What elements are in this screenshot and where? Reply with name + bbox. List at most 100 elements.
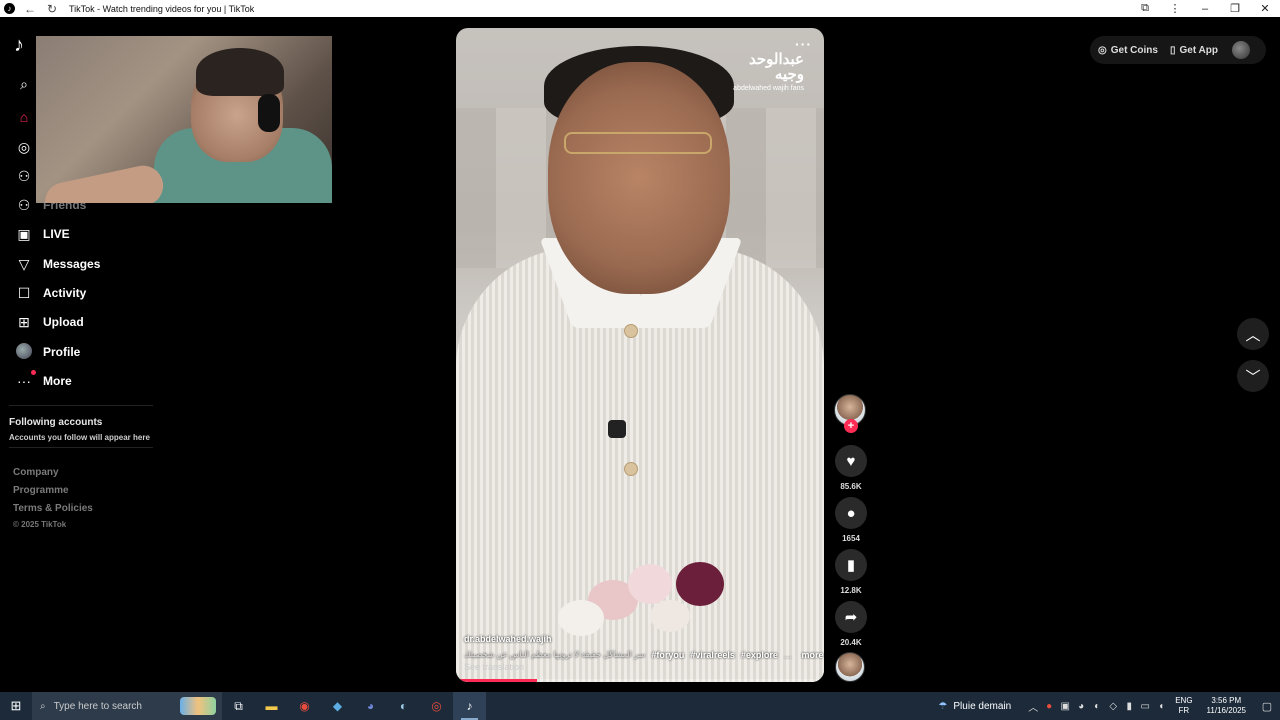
app-diamond-icon[interactable]: ◆ (321, 692, 354, 720)
notification-icon[interactable]: ▢ (1254, 700, 1280, 713)
hashtag-explore[interactable]: #explore (741, 650, 778, 660)
coin-icon: ◎ (1098, 44, 1107, 56)
weather-text: Pluie demain (953, 700, 1012, 712)
webcam-overlay (36, 36, 332, 203)
explore-icon[interactable]: ◎ (14, 137, 34, 157)
video-watermark: عبدالوحد وجيه abdelwahed wajih fans (733, 50, 804, 93)
following-accounts-subtitle: Accounts you follow will appear here (9, 433, 150, 442)
discord-icon[interactable]: ◕ (354, 692, 387, 720)
headset-shape (258, 94, 280, 132)
next-video-button[interactable]: ﹀ (1237, 360, 1269, 392)
footer-link-programme[interactable]: Programme (13, 485, 69, 496)
tray-app-icon[interactable]: ◇ (1105, 701, 1121, 712)
taskbar-clock[interactable]: 3:56 PM 11/16/2025 (1207, 696, 1246, 716)
network-icon[interactable]: ▭ (1137, 701, 1153, 712)
upload-icon: ⊞ (18, 313, 30, 330)
share-action[interactable]: ➦ 20.4K (835, 601, 867, 647)
tray-app-icon[interactable]: ● (1041, 701, 1057, 712)
video-author[interactable]: dr.abdelwahed.wajih (464, 634, 816, 644)
hashtag-foryou[interactable]: #foryou (651, 650, 684, 660)
sidebar-item-label: Messages (43, 257, 101, 271)
back-arrow-icon[interactable]: ← (23, 3, 37, 15)
get-coins-button[interactable]: ◎ Get Coins (1098, 45, 1158, 56)
minimize-button[interactable]: – (1190, 3, 1220, 15)
description-ellipsis: ... (783, 650, 792, 660)
get-app-label: Get App (1179, 44, 1218, 56)
home-icon[interactable]: ⌂ (14, 107, 34, 127)
hashtag-viralreels[interactable]: #viralreels (690, 650, 735, 660)
search-icon[interactable]: ⌕ (14, 74, 34, 94)
window-titlebar: ♪ ← ↻ TikTok - Watch trending videos for… (0, 0, 1280, 17)
follow-plus-icon[interactable]: + (844, 419, 858, 433)
close-button[interactable]: ✕ (1250, 2, 1280, 15)
comment-action[interactable]: ● 1654 (835, 497, 867, 543)
menu-kebab-icon[interactable]: ⋮ (1160, 2, 1190, 15)
record-app-icon[interactable]: ◎ (420, 692, 453, 720)
activity-icon: ☐ (17, 284, 31, 301)
previous-video-button[interactable]: ︿ (1237, 318, 1269, 350)
sidebar-item-profile[interactable]: Profile (14, 341, 80, 363)
heart-icon[interactable]: ♥ (835, 445, 867, 477)
sound-avatar[interactable] (835, 652, 865, 682)
like-count: 85.6K (840, 482, 862, 491)
bookmark-icon[interactable]: ▮ (835, 549, 867, 581)
copyright: © 2025 TikTok (13, 520, 67, 529)
see-translation-link[interactable]: See translation (464, 662, 816, 672)
save-count: 12.8K (840, 586, 862, 595)
chevron-up-icon: ︿ (1245, 326, 1261, 344)
creator-avatar[interactable]: + (834, 394, 866, 433)
get-app-button[interactable]: ▯ Get App (1170, 45, 1218, 56)
tray-chevron-up-icon[interactable]: ︿ (1025, 699, 1041, 714)
start-button[interactable]: ⊞ (0, 692, 32, 720)
microphone-icon[interactable]: ▮ (1121, 701, 1137, 712)
tiktok-taskbar-icon[interactable]: ♪ (453, 692, 486, 720)
lapel-mic (608, 420, 626, 438)
weather-widget[interactable]: ☂ Pluie demain (938, 701, 1011, 712)
following-icon[interactable]: ⚇ (14, 166, 34, 186)
friends-icon: ⚇ (17, 196, 31, 213)
sidebar-item-upload[interactable]: ⊞ Upload (14, 311, 84, 333)
header-actions: ◎ Get Coins ▯ Get App (1090, 36, 1266, 64)
divider (9, 405, 153, 406)
language-indicator[interactable]: ENG FR (1175, 696, 1192, 716)
taskbar-search[interactable]: ⌕ Type here to search (32, 692, 222, 720)
file-explorer-icon[interactable]: ▬ (255, 692, 288, 720)
search-highlight-art (180, 697, 216, 715)
more-link[interactable]: more (801, 650, 823, 660)
like-action[interactable]: ♥ 85.6K (835, 445, 867, 491)
tray-app-icon[interactable]: ▣ (1057, 701, 1073, 712)
video-player[interactable]: ··· عبدالوحد وجيه abdelwahed wajih fans … (456, 28, 824, 682)
description-text: سر المشاكل حقيقة لا ترونها معظم الناس عن… (464, 650, 646, 659)
volume-icon[interactable]: ◖ (1153, 701, 1169, 712)
tray-discord-icon[interactable]: ◕ (1073, 701, 1089, 712)
sidebar-item-messages[interactable]: ▽ Messages (14, 253, 101, 275)
share-count: 20.4K (840, 638, 862, 647)
windows-taskbar: ⊞ ⌕ Type here to search ⧉ ▬ ◉ ◆ ◕ ◐ ◎ ♪ … (0, 692, 1280, 720)
task-view-icon[interactable]: ⧉ (222, 692, 255, 720)
footer-link-terms[interactable]: Terms & Policies (13, 503, 93, 514)
sidebar-item-label: Activity (43, 286, 87, 300)
following-accounts-title: Following accounts (9, 417, 103, 428)
footer-link-company[interactable]: Company (13, 467, 59, 478)
phone-icon: ▯ (1169, 44, 1176, 56)
save-action[interactable]: ▮ 12.8K (835, 549, 867, 595)
tray-steam-icon[interactable]: ◐ (1089, 701, 1105, 712)
video-description: سر المشاكل حقيقة لا ترونها معظم الناس عن… (464, 650, 823, 660)
profile-avatar (14, 342, 34, 362)
chrome-icon[interactable]: ◉ (288, 692, 321, 720)
sidebar-item-live[interactable]: ▣ LIVE (14, 223, 69, 245)
steam-icon[interactable]: ◐ (387, 692, 420, 720)
comment-icon[interactable]: ● (835, 497, 867, 529)
sidebar-item-label: More (43, 374, 72, 388)
get-coins-label: Get Coins (1110, 44, 1158, 56)
share-arrow-icon[interactable]: ➦ (835, 601, 867, 633)
reload-icon[interactable]: ↻ (45, 3, 59, 15)
sidebar-item-activity[interactable]: ☐ Activity (14, 282, 87, 304)
sidebar-item-more[interactable]: ··· More (14, 370, 72, 392)
sidebar-item-label: Profile (43, 345, 81, 359)
video-progress-bar[interactable] (456, 679, 824, 682)
extensions-icon[interactable]: ⧉ (1130, 2, 1160, 15)
tiktok-logo-icon[interactable]: ♪ (14, 34, 34, 56)
restore-button[interactable]: ❐ (1220, 2, 1250, 15)
user-avatar[interactable] (1232, 41, 1250, 59)
